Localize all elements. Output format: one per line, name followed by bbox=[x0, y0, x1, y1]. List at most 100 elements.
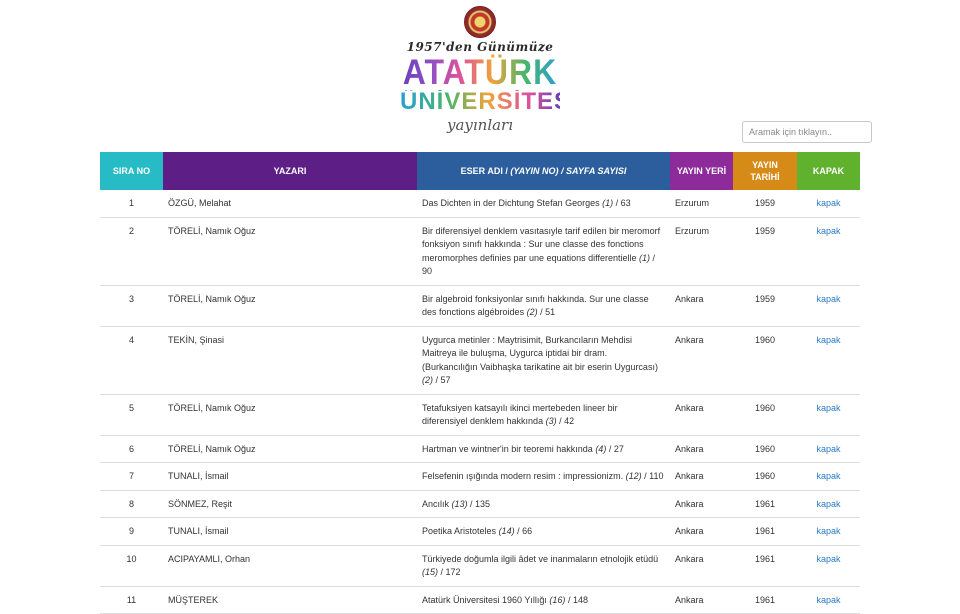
cover-link[interactable]: kapak bbox=[816, 226, 840, 236]
header-eser-adi-main: ESER ADI / bbox=[460, 166, 511, 176]
row-title: Poetika Aristoteles bbox=[422, 526, 497, 536]
row-place: Ankara bbox=[670, 545, 733, 587]
row-pages: / 110 bbox=[641, 471, 664, 481]
header-yayin-tarihi[interactable]: YAYIN TARİHİ bbox=[733, 152, 797, 190]
row-year: 1959 bbox=[733, 285, 797, 327]
table-row: 3 TÖRELİ, Namık Oğuz Bir algebroid fonks… bbox=[100, 285, 860, 327]
row-cover-cell: kapak bbox=[797, 190, 860, 218]
header-yayin-yeri[interactable]: YAYIN YERİ bbox=[670, 152, 733, 190]
row-author: TÖRELİ, Namık Oğuz bbox=[163, 435, 417, 463]
row-number: 4 bbox=[100, 326, 163, 395]
row-place: Ankara bbox=[670, 285, 733, 327]
row-title: Uygurca metinler : Maytrisimit, Burkancı… bbox=[422, 334, 658, 372]
row-title-cell: Tetafuksiyen katsayılı ikinci mertebeden… bbox=[417, 394, 670, 436]
row-pages: / 135 bbox=[467, 498, 491, 509]
table-row: 6 TÖRELİ, Namık Oğuz Hartman ve wintner'… bbox=[100, 435, 860, 463]
row-place: Ankara bbox=[670, 326, 733, 395]
row-title-cell: Bir algebroid fonksiyonlar sınıfı hakkın… bbox=[417, 285, 670, 327]
row-number: 3 bbox=[100, 285, 163, 327]
cover-link[interactable]: kapak bbox=[816, 471, 840, 481]
cover-link[interactable]: kapak bbox=[816, 499, 840, 509]
row-year: 1961 bbox=[733, 517, 797, 546]
row-pages: / 57 bbox=[433, 375, 451, 385]
row-cover-cell: kapak bbox=[797, 517, 860, 546]
row-volume: (1) bbox=[602, 198, 614, 208]
row-author: TUNALI, İsmail bbox=[163, 462, 417, 491]
row-place: Ankara bbox=[670, 462, 733, 491]
row-number: 7 bbox=[100, 462, 163, 491]
header-sira-no[interactable]: SIRA NO bbox=[100, 152, 163, 190]
row-title-cell: Felsefenin ışığında modern resim : impre… bbox=[417, 462, 670, 491]
row-place: Ankara bbox=[670, 394, 733, 436]
row-place: Ankara bbox=[670, 435, 733, 463]
row-volume: (14) bbox=[498, 526, 515, 536]
row-author: SÖNMEZ, Reşit bbox=[163, 490, 417, 518]
row-year: 1960 bbox=[733, 435, 797, 463]
row-number: 10 bbox=[100, 545, 163, 587]
row-place: Ankara bbox=[670, 517, 733, 546]
row-year: 1959 bbox=[733, 217, 797, 286]
row-place: Erzurum bbox=[670, 217, 733, 286]
row-cover-cell: kapak bbox=[797, 435, 860, 463]
row-author: ACIPAYAMLI, Orhan bbox=[163, 545, 417, 587]
search-input[interactable] bbox=[742, 121, 872, 143]
row-volume: (3) bbox=[545, 416, 557, 426]
row-title-cell: Türkiyede doğumla ilgili âdet ve inanmal… bbox=[417, 545, 670, 587]
table-row: 10 ACIPAYAMLI, Orhan Türkiyede doğumla i… bbox=[100, 545, 860, 587]
row-title-cell: Ancılık (13) / 135 bbox=[417, 490, 670, 518]
row-title: Felsefenin ışığında modern resim : impre… bbox=[422, 471, 624, 481]
cover-link[interactable]: kapak bbox=[816, 294, 840, 304]
row-title-cell: Das Dichten in der Dichtung Stefan Georg… bbox=[417, 190, 670, 218]
row-cover-cell: kapak bbox=[797, 326, 860, 395]
row-title-cell: Hartman ve wintner'in bir teoremi hakkın… bbox=[417, 435, 670, 463]
table-row: 1 ÖZGÜ, Melahat Das Dichten in der Dicht… bbox=[100, 190, 860, 218]
row-year: 1960 bbox=[733, 394, 797, 436]
row-number: 2 bbox=[100, 217, 163, 286]
row-pages: / 63 bbox=[613, 198, 631, 208]
header-eser-adi[interactable]: ESER ADI / (YAYIN NO) / SAYFA SAYISI bbox=[417, 152, 670, 190]
row-title-cell: Poetika Aristoteles (14) / 66 bbox=[417, 517, 670, 546]
table-row: 9 TUNALI, İsmail Poetika Aristoteles (14… bbox=[100, 517, 860, 546]
row-title: Das Dichten in der Dichtung Stefan Georg… bbox=[422, 198, 600, 208]
header-eser-adi-italic: (YAYIN NO) / SAYFA SAYISI bbox=[510, 166, 627, 176]
logo-universitesi-text: ÜNİVERSİTESİ bbox=[400, 88, 579, 115]
row-volume: (15) bbox=[422, 567, 439, 577]
row-year: 1960 bbox=[733, 462, 797, 491]
row-title: Tetafuksiyen katsayılı ikinci mertebeden… bbox=[422, 402, 618, 427]
row-title: Hartman ve wintner'in bir teoremi hakkın… bbox=[422, 443, 593, 454]
row-volume: (13) bbox=[451, 498, 468, 509]
header-yazari[interactable]: YAZARI bbox=[163, 152, 417, 190]
row-author: TEKİN, Şinasi bbox=[163, 326, 417, 395]
logo-yayinlari-text: yayınları bbox=[446, 116, 514, 134]
cover-link[interactable]: kapak bbox=[816, 444, 840, 454]
cover-link[interactable]: kapak bbox=[816, 554, 840, 564]
row-place: Ankara bbox=[670, 490, 733, 518]
row-number: 9 bbox=[100, 517, 163, 546]
row-year: 1960 bbox=[733, 326, 797, 395]
table-header-row: SIRA NO YAZARI ESER ADI / (YAYIN NO) / S… bbox=[100, 152, 860, 190]
cover-link[interactable]: kapak bbox=[816, 526, 840, 536]
table-row: 8 SÖNMEZ, Reşit Ancılık (13) / 135 Ankar… bbox=[100, 490, 860, 518]
row-cover-cell: kapak bbox=[797, 394, 860, 436]
row-number: 5 bbox=[100, 394, 163, 436]
row-volume: (4) bbox=[595, 443, 607, 454]
row-title: Türkiyede doğumla ilgili âdet ve inanmal… bbox=[422, 553, 659, 564]
row-title-cell: Uygurca metinler : Maytrisimit, Burkancı… bbox=[417, 326, 670, 395]
row-title-cell: Bir diferensiyel denklem vasıtasıyle tar… bbox=[417, 217, 670, 286]
row-pages: / 42 bbox=[556, 416, 575, 426]
university-seal-icon bbox=[464, 6, 496, 38]
cover-link[interactable]: kapak bbox=[816, 335, 840, 345]
row-pages: / 172 bbox=[438, 567, 461, 577]
row-pages: / 27 bbox=[606, 443, 624, 454]
row-cover-cell: kapak bbox=[797, 545, 860, 587]
publications-table: SIRA NO YAZARI ESER ADI / (YAYIN NO) / S… bbox=[100, 152, 860, 614]
row-author: TÖRELİ, Namık Oğuz bbox=[163, 394, 417, 436]
row-pages: / 66 bbox=[514, 526, 533, 536]
university-logo[interactable]: 1957'den Günümüze ATATÜRK ÜNİVERSİTESİ y… bbox=[400, 6, 579, 148]
cover-link[interactable]: kapak bbox=[816, 198, 840, 208]
header-kapak[interactable]: KAPAK bbox=[797, 152, 860, 190]
cover-link[interactable]: kapak bbox=[816, 403, 840, 413]
row-cover-cell: kapak bbox=[797, 462, 860, 491]
row-author: TUNALI, İsmail bbox=[163, 517, 417, 546]
row-volume: (1) bbox=[638, 252, 650, 263]
